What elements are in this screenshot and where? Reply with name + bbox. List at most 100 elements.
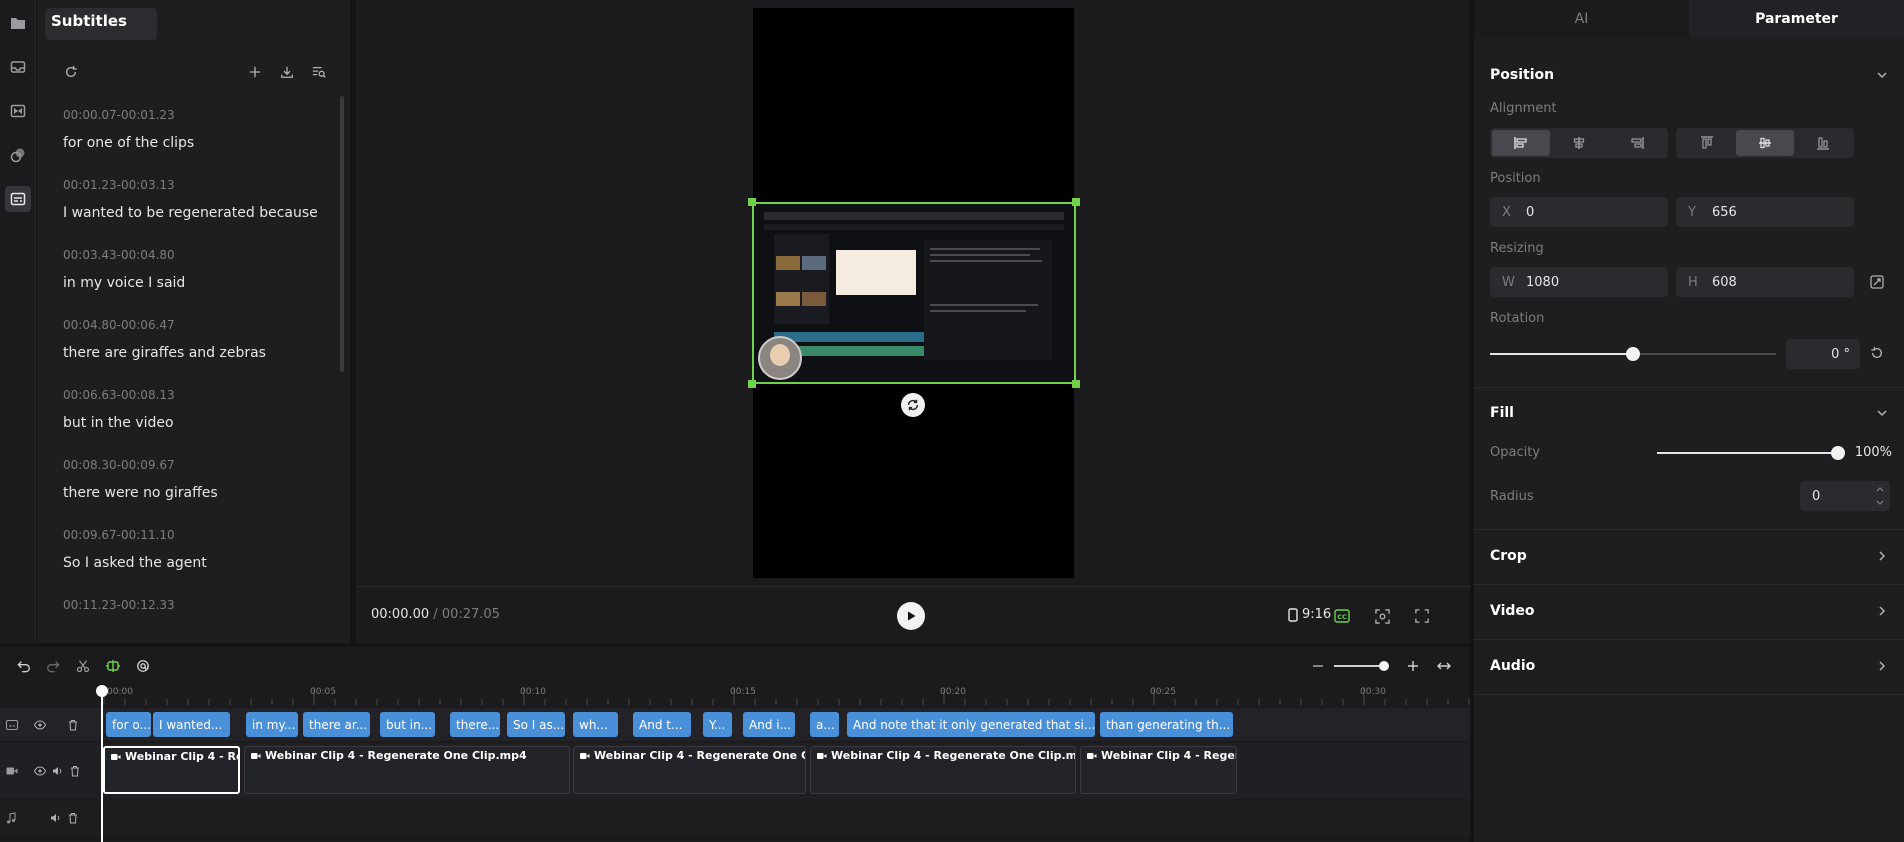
- subtitle-text[interactable]: I wanted to be regenerated because: [63, 205, 333, 221]
- add-icon[interactable]: [245, 62, 265, 82]
- chevron-down-icon[interactable]: [1876, 407, 1888, 419]
- align-right-icon[interactable]: [1608, 130, 1666, 156]
- zoom-slider-knob[interactable]: [1379, 661, 1389, 671]
- x-value[interactable]: 0: [1526, 205, 1534, 220]
- align-left-icon[interactable]: [1492, 130, 1550, 156]
- subtitle-chip[interactable]: wh...: [573, 712, 618, 737]
- video-clip[interactable]: Webinar Clip 4 - Re...: [103, 746, 240, 794]
- chevron-right-icon[interactable]: [1876, 660, 1888, 672]
- time-ruler[interactable]: 00:00 00:05 00:10 00:15 00:20 00:25 00:3…: [100, 687, 1470, 705]
- subtitle-chip[interactable]: And i...: [743, 712, 795, 737]
- fit-timeline-icon[interactable]: [1434, 656, 1454, 676]
- snapshot-icon[interactable]: [1372, 606, 1392, 626]
- position-section-title[interactable]: Position: [1490, 67, 1554, 83]
- refresh-icon[interactable]: [61, 62, 81, 82]
- position-y-field[interactable]: Y 656: [1676, 197, 1854, 227]
- chevron-right-icon[interactable]: [1876, 605, 1888, 617]
- resize-handle-tl[interactable]: [748, 198, 756, 206]
- chevron-right-icon[interactable]: [1876, 550, 1888, 562]
- subtitle-chip[interactable]: I wanted...: [153, 712, 230, 737]
- delete-track-icon[interactable]: [68, 719, 78, 731]
- playhead-handle[interactable]: [96, 685, 108, 697]
- tab-ai[interactable]: AI: [1474, 0, 1689, 38]
- video-clip[interactable]: Webinar Clip 4 - Regenerate One Clip.mp4: [244, 746, 570, 794]
- magnet-snap-icon[interactable]: [103, 656, 123, 676]
- inbox-icon[interactable]: [5, 54, 31, 80]
- audio-section-title[interactable]: Audio: [1490, 658, 1535, 674]
- align-center-horizontal-icon[interactable]: [1550, 130, 1608, 156]
- video-section-title[interactable]: Video: [1490, 603, 1535, 619]
- playhead[interactable]: [101, 687, 103, 842]
- subtitle-entry[interactable]: 00:01.23-00:03.13 I wanted to be regener…: [63, 178, 333, 221]
- subtitle-chip[interactable]: And t...: [633, 712, 691, 737]
- volume-icon[interactable]: [50, 813, 62, 823]
- subtitle-chip[interactable]: for o...: [106, 712, 151, 737]
- download-icon[interactable]: [277, 62, 297, 82]
- rotate-handle-icon[interactable]: [901, 393, 925, 417]
- subtitle-chip[interactable]: in my...: [246, 712, 298, 737]
- effects-icon[interactable]: [5, 142, 31, 168]
- tab-parameter[interactable]: Parameter: [1689, 0, 1904, 38]
- subtitle-entry[interactable]: 00:11.23-00:12.33: [63, 598, 333, 612]
- volume-icon[interactable]: [52, 766, 64, 776]
- subtitle-chip[interactable]: there...: [450, 712, 500, 737]
- subtitle-text[interactable]: there are giraffes and zebras: [63, 345, 333, 361]
- video-clip[interactable]: Webinar Clip 4 - Regenerate One Clip...: [573, 746, 806, 794]
- subtitle-text[interactable]: but in the video: [63, 415, 333, 431]
- video-clip[interactable]: Webinar Clip 4 - Regene...: [1080, 746, 1237, 794]
- reset-rotation-icon[interactable]: [1870, 346, 1884, 360]
- selected-video-clip[interactable]: [752, 202, 1076, 384]
- aspect-ratio-button[interactable]: 9:16: [1288, 607, 1331, 622]
- resize-handle-br[interactable]: [1072, 380, 1080, 388]
- subtitle-entry[interactable]: 00:08.30-00:09.67 there were no giraffes: [63, 458, 333, 501]
- fill-section-title[interactable]: Fill: [1490, 405, 1514, 421]
- width-field[interactable]: W 1080: [1490, 267, 1668, 297]
- subtitle-chip[interactable]: than generating th...: [1100, 712, 1233, 737]
- align-bottom-icon[interactable]: [1794, 130, 1852, 156]
- opacity-slider-knob[interactable]: [1831, 446, 1845, 460]
- subtitle-text[interactable]: So I asked the agent: [63, 555, 333, 571]
- visibility-eye-icon[interactable]: [34, 766, 46, 776]
- zoom-in-icon[interactable]: [1403, 656, 1423, 676]
- subtitle-entry[interactable]: 00:00.07-00:01.23 for one of the clips: [63, 108, 333, 151]
- h-value[interactable]: 608: [1712, 275, 1737, 290]
- subtitle-text[interactable]: in my voice I said: [63, 275, 333, 291]
- subtitle-entry[interactable]: 00:03.43-00:04.80 in my voice I said: [63, 248, 333, 291]
- subtitle-chip[interactable]: a...: [810, 712, 839, 737]
- auto-link-icon[interactable]: [133, 656, 153, 676]
- fullscreen-icon[interactable]: [1412, 606, 1432, 626]
- media-folder-icon[interactable]: [5, 10, 31, 36]
- w-value[interactable]: 1080: [1526, 275, 1559, 290]
- subtitle-text[interactable]: there were no giraffes: [63, 485, 333, 501]
- lock-aspect-icon[interactable]: [1870, 275, 1884, 289]
- subtitle-chip[interactable]: And note that it only generated that si.…: [847, 712, 1095, 737]
- crop-section-title[interactable]: Crop: [1490, 548, 1527, 564]
- delete-track-icon[interactable]: [70, 765, 80, 777]
- undo-icon[interactable]: [14, 656, 34, 676]
- subtitle-scrollbar[interactable]: [340, 96, 344, 372]
- resize-handle-tr[interactable]: [1072, 198, 1080, 206]
- height-field[interactable]: H 608: [1676, 267, 1854, 297]
- subtitle-chip[interactable]: but in...: [380, 712, 435, 737]
- visibility-eye-icon[interactable]: [34, 719, 46, 730]
- subtitle-chip[interactable]: Y...: [703, 712, 732, 737]
- subtitle-chip[interactable]: there ar...: [303, 712, 370, 737]
- y-value[interactable]: 656: [1712, 205, 1737, 220]
- transitions-icon[interactable]: [5, 98, 31, 124]
- radius-field[interactable]: 0: [1800, 481, 1890, 511]
- search-replace-icon[interactable]: [309, 62, 329, 82]
- subtitle-entry[interactable]: 00:09.67-00:11.10 So I asked the agent: [63, 528, 333, 571]
- subtitle-entry[interactable]: 00:04.80-00:06.47 there are giraffes and…: [63, 318, 333, 361]
- video-clip[interactable]: Webinar Clip 4 - Regenerate One Clip.mp4: [810, 746, 1076, 794]
- zoom-out-icon[interactable]: [1308, 656, 1328, 676]
- delete-track-icon[interactable]: [68, 812, 78, 824]
- subtitle-entry[interactable]: 00:06.63-00:08.13 but in the video: [63, 388, 333, 431]
- radius-value[interactable]: 0: [1812, 489, 1820, 504]
- resize-handle-bl[interactable]: [748, 380, 756, 388]
- rotation-value[interactable]: 0 °: [1831, 347, 1850, 362]
- rotation-value-field[interactable]: 0 °: [1786, 339, 1860, 369]
- chevron-down-icon[interactable]: [1876, 69, 1888, 81]
- subtitles-icon[interactable]: [5, 186, 31, 212]
- play-button[interactable]: [897, 602, 925, 630]
- align-top-icon[interactable]: [1678, 130, 1736, 156]
